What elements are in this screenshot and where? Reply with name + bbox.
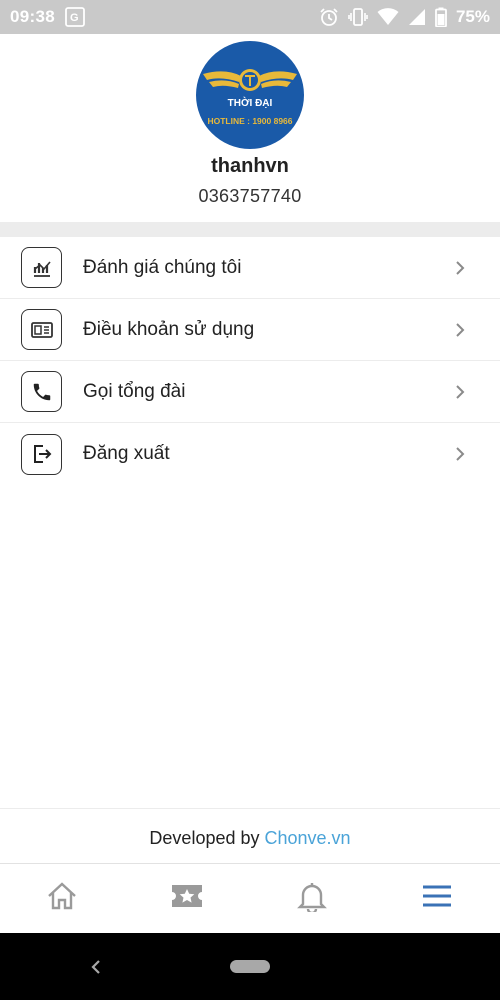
company-logo: THỜI ĐẠI HOTLINE : 1900 8966 [195,40,305,150]
bell-icon [297,880,327,917]
nav-menu[interactable] [417,880,457,916]
system-home-pill[interactable] [230,960,270,973]
logo-hotline-text: HOTLINE : 1900 8966 [207,116,292,126]
document-icon [21,309,62,350]
nav-home[interactable] [42,880,82,916]
chevron-right-icon [453,384,467,400]
translate-icon: G [65,7,85,27]
developer-link[interactable]: Chonve.vn [265,828,351,848]
footer-divider [0,808,500,809]
chevron-right-icon [453,446,467,462]
chart-icon [21,247,62,288]
menu-item-rate-us[interactable]: Đánh giá chúng tôi [0,237,500,299]
phone-icon [21,371,62,412]
phone-number: 0363757740 [198,186,302,206]
settings-menu: Đánh giá chúng tôi Điều khoản sử dụng Gọ… [0,237,500,485]
status-bar: 09:38 G 75% [0,0,500,34]
nav-notifications[interactable] [292,880,332,916]
logout-icon [21,433,62,475]
menu-item-label: Gọi tổng đài [83,380,186,402]
chevron-right-icon [453,322,467,338]
menu-icon [421,884,453,913]
username: thanhvn [211,155,289,177]
menu-item-label: Đăng xuất [83,443,170,464]
ticket-icon [170,882,204,915]
logo-brand-text: THỜI ĐẠI [228,96,273,109]
wifi-icon [377,8,399,26]
home-icon [46,881,78,916]
status-time: 09:38 [10,7,55,26]
menu-item-label: Đánh giá chúng tôi [83,256,242,278]
menu-item-terms[interactable]: Điều khoản sử dụng [0,299,500,361]
menu-item-logout[interactable]: Đăng xuất [0,423,500,485]
svg-text:G: G [70,12,79,24]
credit-prefix: Developed by [149,828,265,848]
chevron-right-icon [453,260,467,276]
battery-icon [435,7,447,27]
system-back-icon[interactable] [86,957,106,977]
alarm-icon [319,7,339,27]
profile-header: THỜI ĐẠI HOTLINE : 1900 8966 thanhvn 036… [0,34,500,222]
menu-item-label: Điều khoản sử dụng [83,318,255,340]
signal-icon [408,8,426,26]
vibrate-icon [348,7,368,27]
menu-item-call-hotline[interactable]: Gọi tổng đài [0,361,500,423]
developer-credit: Developed by Chonve.vn [0,828,500,849]
battery-percent: 75% [455,7,490,26]
nav-tickets[interactable] [167,880,207,916]
system-navigation-bar [0,933,500,1000]
bottom-navigation [0,863,500,933]
section-divider [0,222,500,237]
